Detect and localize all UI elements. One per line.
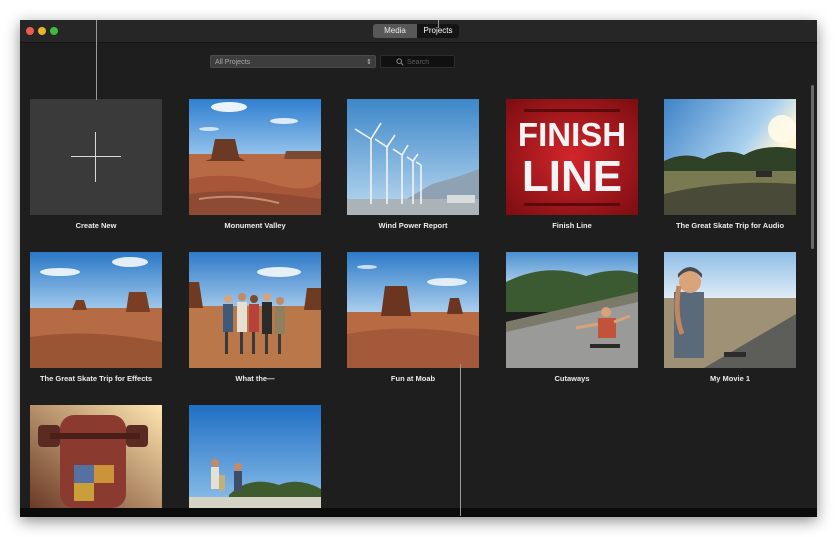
fullscreen-window-button[interactable] — [50, 27, 58, 35]
project-thumbnail[interactable] — [664, 252, 796, 368]
project-thumbnail[interactable] — [347, 99, 479, 215]
project-thumbnail[interactable] — [189, 99, 321, 215]
finish-text-line2: LINE — [522, 152, 622, 201]
project-thumbnail[interactable]: FINISH LINE — [506, 99, 638, 215]
project-label: Cutaways — [554, 374, 590, 383]
project-label: Finish Line — [552, 221, 592, 230]
finish-text-line1: FINISH — [518, 116, 626, 153]
project-filter-select[interactable]: All Projects ⇕ — [210, 55, 376, 68]
project-label: Wind Power Report — [378, 221, 448, 230]
project-thumbnail[interactable] — [30, 252, 162, 368]
create-new-thumbnail[interactable] — [30, 99, 162, 215]
media-tab[interactable]: Media — [373, 24, 417, 38]
close-window-button[interactable] — [26, 27, 34, 35]
project-label: The Great Skate Trip for Effects — [39, 374, 153, 383]
search-field[interactable] — [380, 55, 455, 68]
project-thumbnail[interactable] — [347, 252, 479, 368]
search-input[interactable] — [407, 57, 452, 67]
callout-line — [438, 20, 439, 28]
imovie-window: Media Projects All Projects ⇕ Create New — [20, 20, 817, 517]
callout-line — [96, 20, 97, 100]
title-bar: Media Projects — [20, 20, 817, 43]
project-label: Monument Valley — [224, 221, 286, 230]
project-thumbnail[interactable] — [506, 252, 638, 368]
search-icon — [396, 58, 404, 66]
project-label: The Great Skate Trip for Audio — [675, 221, 785, 230]
project-label: What the— — [235, 374, 275, 383]
up-down-chevron-icon: ⇕ — [366, 59, 372, 66]
project-label: Create New — [75, 221, 117, 230]
project-label: Fun at Moab — [390, 374, 436, 383]
minimize-window-button[interactable] — [38, 27, 46, 35]
media-projects-segmented-control: Media Projects — [373, 24, 459, 38]
project-thumbnail[interactable] — [189, 252, 321, 368]
project-thumbnail[interactable] — [189, 405, 321, 508]
project-thumbnail[interactable] — [664, 99, 796, 215]
callout-line — [460, 364, 461, 516]
project-filter-value: All Projects — [215, 59, 251, 66]
project-thumbnail[interactable] — [30, 405, 162, 508]
project-label: My Movie 1 — [709, 374, 750, 383]
vertical-scrollbar[interactable] — [811, 85, 814, 249]
bottom-bar — [20, 508, 817, 517]
